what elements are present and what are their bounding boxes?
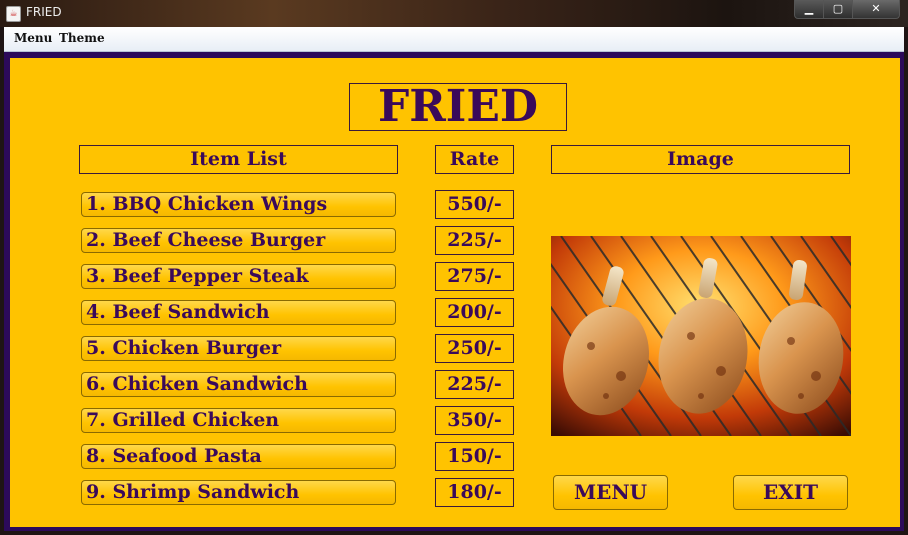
rate-field: 200/- — [435, 298, 514, 327]
rate-field: 550/- — [435, 190, 514, 219]
item-button-shrimp-sandwich[interactable]: 9. Shrimp Sandwich — [81, 480, 396, 505]
page-title: FRIED — [349, 83, 567, 131]
item-button-beef-pepper-steak[interactable]: 3. Beef Pepper Steak — [81, 264, 396, 289]
item-list-header: Item List — [79, 145, 398, 174]
item-button-seafood-pasta[interactable]: 8. Seafood Pasta — [81, 444, 396, 469]
java-app-icon: ☕ — [6, 6, 21, 22]
item-button-grilled-chicken[interactable]: 7. Grilled Chicken — [81, 408, 396, 433]
exit-button[interactable]: EXIT — [733, 475, 848, 510]
rate-header: Rate — [435, 145, 514, 174]
item-button-chicken-burger[interactable]: 5. Chicken Burger — [81, 336, 396, 361]
rate-field: 350/- — [435, 406, 514, 435]
window-title: FRIED — [26, 5, 62, 19]
minimize-button[interactable]: ▁ — [794, 0, 824, 19]
food-image — [551, 236, 851, 436]
item-button-beef-sandwich[interactable]: 4. Beef Sandwich — [81, 300, 396, 325]
rate-field: 180/- — [435, 478, 514, 507]
rate-field: 150/- — [435, 442, 514, 471]
window-controls: ▁ ▢ ✕ — [794, 0, 900, 19]
menu-button[interactable]: MENU — [553, 475, 668, 510]
menu-theme[interactable]: Theme — [59, 31, 105, 45]
item-button-beef-cheese-burger[interactable]: 2. Beef Cheese Burger — [81, 228, 396, 253]
maximize-button[interactable]: ▢ — [823, 0, 853, 19]
item-button-chicken-sandwich[interactable]: 6. Chicken Sandwich — [81, 372, 396, 397]
menu-menu[interactable]: Menu — [14, 31, 52, 45]
menu-bar: Menu Theme — [4, 27, 904, 52]
rate-field: 225/- — [435, 226, 514, 255]
item-button-bbq-chicken-wings[interactable]: 1. BBQ Chicken Wings — [81, 192, 396, 217]
rate-field: 225/- — [435, 370, 514, 399]
close-button[interactable]: ✕ — [852, 0, 900, 19]
image-header: Image — [551, 145, 850, 174]
rate-field: 275/- — [435, 262, 514, 291]
rate-field: 250/- — [435, 334, 514, 363]
window-title-bar[interactable]: ☕ FRIED ▁ ▢ ✕ — [0, 0, 908, 27]
